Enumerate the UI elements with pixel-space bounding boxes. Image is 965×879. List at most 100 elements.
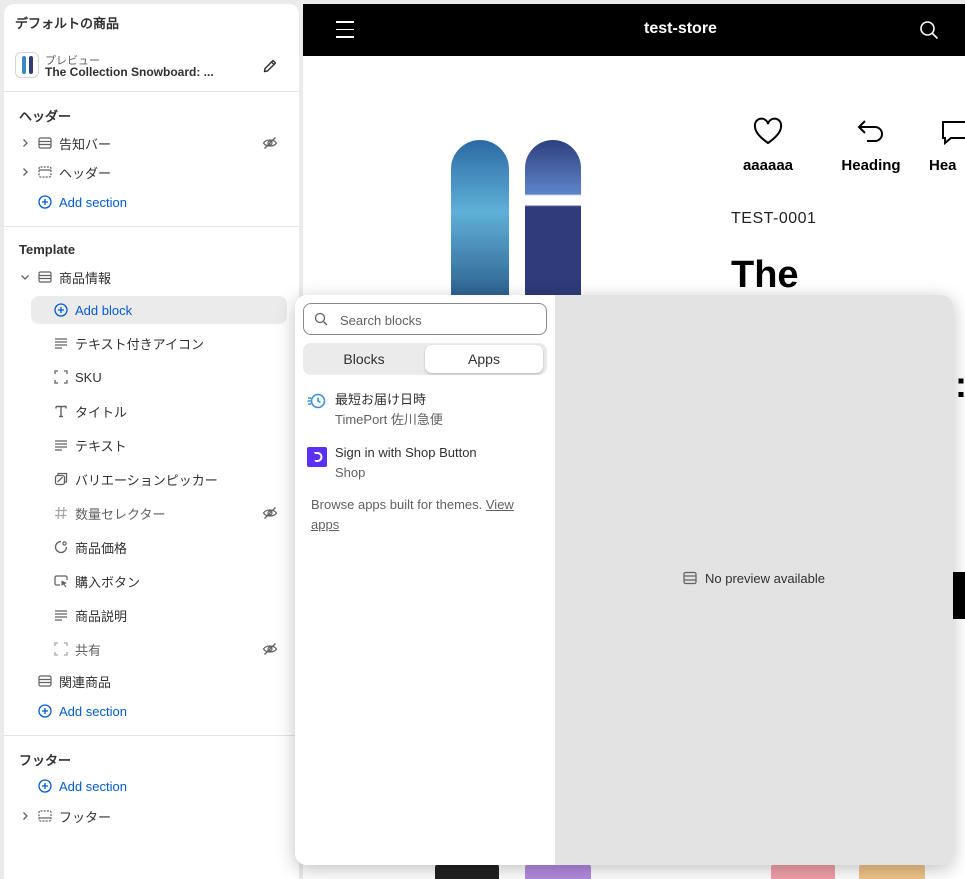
block-description[interactable]: 商品説明 xyxy=(4,600,299,630)
no-preview-label: No preview available xyxy=(705,571,825,586)
section-label: 関連商品 xyxy=(59,674,112,690)
tab-apps[interactable]: Apps xyxy=(425,345,543,373)
app-block-name: 最短お届け日時 xyxy=(335,392,427,407)
preview-product-name: The Collection Snowboard: ... xyxy=(45,65,214,79)
eye-off-icon[interactable] xyxy=(262,641,278,657)
product-title: The xyxy=(731,254,799,296)
section-label: 商品情報 xyxy=(59,270,112,286)
feature-label: Hea xyxy=(929,157,957,174)
add-section-label: Add section xyxy=(59,194,127,210)
block-label: 商品価格 xyxy=(75,540,128,556)
chevron-right-icon[interactable] xyxy=(20,167,30,177)
heart-icon xyxy=(753,117,783,145)
snowboard-image-left xyxy=(451,140,509,320)
block-label: タイトル xyxy=(75,404,128,420)
add-block-label: Add block xyxy=(75,302,133,318)
text-align-icon xyxy=(55,440,67,451)
section-related-products[interactable]: 関連商品 xyxy=(4,666,299,696)
block-variant-picker[interactable]: バリエーションピッカー xyxy=(4,464,299,494)
block-title[interactable]: タイトル xyxy=(4,396,299,426)
block-sku[interactable]: SKU xyxy=(4,362,299,392)
block-picker-popover: Blocks Apps 最短お届け日時 TimePort 佐川急便 Sign i… xyxy=(295,295,953,865)
section-layout-icon xyxy=(38,137,52,149)
app-block-name: Sign in with Shop Button xyxy=(335,445,477,460)
block-label: 購入ボタン xyxy=(75,574,141,590)
app-block-item[interactable]: Sign in with Shop Button Shop xyxy=(303,445,547,491)
theme-editor-sidebar: デフォルトの商品 プレビュー The Collection Snowboard:… xyxy=(4,4,299,879)
chevron-down-icon[interactable] xyxy=(20,272,30,282)
search-blocks-input[interactable] xyxy=(340,310,540,330)
feature-item: Heading xyxy=(826,116,916,174)
chevron-right-icon[interactable] xyxy=(20,138,30,148)
block-icon-with-text[interactable]: テキスト付きアイコン xyxy=(4,328,299,358)
barcode-frame-icon xyxy=(54,642,68,656)
search-blocks-field[interactable] xyxy=(303,303,547,335)
picker-tabs: Blocks Apps xyxy=(303,343,547,375)
product-thumbnail xyxy=(15,52,39,78)
preview-product-selector[interactable]: プレビュー The Collection Snowboard: ... xyxy=(4,44,299,92)
eye-off-icon[interactable] xyxy=(262,135,278,151)
block-label: 商品説明 xyxy=(75,608,128,624)
snowboard-image-right xyxy=(525,140,581,320)
buy-button[interactable] xyxy=(951,572,965,619)
section-label: 告知バー xyxy=(59,136,112,152)
store-name[interactable]: test-store xyxy=(303,20,965,38)
divider xyxy=(4,735,299,736)
section-announcement-bar[interactable]: 告知バー xyxy=(4,128,299,158)
return-arrow-icon xyxy=(857,120,883,142)
block-share[interactable]: 共有 xyxy=(4,634,299,664)
block-label: 共有 xyxy=(75,642,102,658)
text-t-icon xyxy=(55,405,67,418)
block-text[interactable]: テキスト xyxy=(4,430,299,460)
section-footer[interactable]: フッター xyxy=(4,801,299,831)
divider xyxy=(4,226,299,227)
header-group-title: ヘッダー xyxy=(19,109,72,124)
block-quantity-selector[interactable]: 数量セレクター xyxy=(4,498,299,528)
plus-circle-icon xyxy=(38,704,52,718)
template-title: デフォルトの商品 xyxy=(15,16,120,31)
text-align-icon xyxy=(55,610,67,621)
feature-label: aaaaaa xyxy=(742,157,794,174)
add-section-footer[interactable]: Add section xyxy=(4,771,299,801)
feature-item: Hea xyxy=(929,116,965,174)
variant-icon xyxy=(54,472,68,486)
add-block-button[interactable]: Add block xyxy=(4,295,299,325)
price-tag-icon xyxy=(54,540,68,554)
section-label: ヘッダー xyxy=(59,165,112,181)
product-text-fragment: : xyxy=(955,364,965,406)
add-section-label: Add section xyxy=(59,703,127,719)
product-sku: TEST-0001 xyxy=(731,210,817,227)
block-preview-pane: No preview available xyxy=(555,295,953,865)
hash-icon xyxy=(55,506,67,520)
block-label: 数量セレクター xyxy=(75,506,166,522)
section-header-icon xyxy=(38,166,52,178)
section-header[interactable]: ヘッダー xyxy=(4,157,299,187)
product-image[interactable] xyxy=(353,120,682,320)
chevron-right-icon[interactable] xyxy=(20,811,30,821)
chat-icon xyxy=(942,121,965,146)
browse-apps-label: Browse apps built for themes. xyxy=(311,497,483,512)
add-section-template[interactable]: Add section xyxy=(4,696,299,726)
store-header-bar: test-store xyxy=(303,4,965,56)
section-product-info[interactable]: 商品情報 xyxy=(4,262,299,292)
search-icon[interactable] xyxy=(919,20,939,40)
block-label: SKU xyxy=(75,369,102,385)
section-layout-icon xyxy=(38,271,52,283)
search-icon xyxy=(314,312,328,326)
eye-off-icon[interactable] xyxy=(262,505,278,521)
template-group-title: Template xyxy=(19,242,76,257)
app-provider: Shop xyxy=(335,465,366,480)
pencil-icon[interactable] xyxy=(262,58,278,74)
app-provider: TimePort 佐川急便 xyxy=(335,412,443,427)
app-block-item[interactable]: 最短お届け日時 TimePort 佐川急便 xyxy=(303,389,547,435)
block-picker-list: Blocks Apps 最短お届け日時 TimePort 佐川急便 Sign i… xyxy=(295,295,555,865)
block-label: テキスト付きアイコン xyxy=(75,336,204,352)
tab-blocks[interactable]: Blocks xyxy=(305,345,423,373)
text-align-icon xyxy=(55,338,67,349)
browse-apps-text: Browse apps built for themes. View apps xyxy=(311,495,541,535)
add-section-header[interactable]: Add section xyxy=(4,187,299,217)
clock-delivery-icon xyxy=(307,393,326,409)
block-buy-buttons[interactable]: 購入ボタン xyxy=(4,566,299,596)
block-label: バリエーションピッカー xyxy=(75,472,218,488)
block-price[interactable]: 商品価格 xyxy=(4,532,299,562)
